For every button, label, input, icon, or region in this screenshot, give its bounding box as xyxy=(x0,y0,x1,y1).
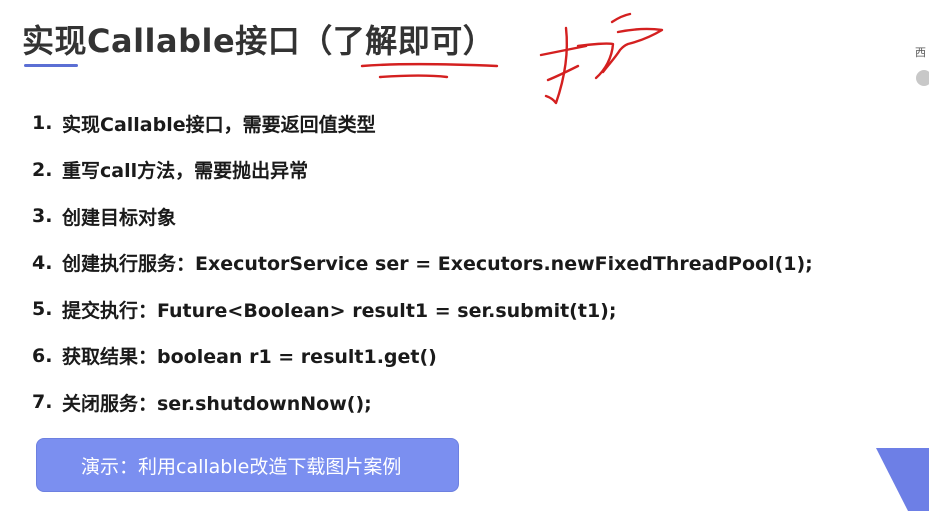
ink-char-stroke xyxy=(601,27,664,74)
step-number: 6. xyxy=(32,344,53,367)
demo-button[interactable]: 演示：利用callable改造下载图片案例 xyxy=(36,438,459,492)
list-item: 6. 获取结果：boolean r1 = result1.get() xyxy=(32,333,813,380)
step-text: 实现Callable接口，需要返回值类型 xyxy=(62,113,376,136)
ink-char-stroke xyxy=(576,42,615,80)
step-text: 创建执行服务：ExecutorService ser = Executors.n… xyxy=(62,253,813,276)
steps-list: 1. 实现Callable接口，需要返回值类型 2. 重写call方法，需要抛出… xyxy=(32,100,813,426)
ink-underline-stroke xyxy=(378,74,449,79)
list-item: 5. 提交执行：Future<Boolean> result1 = ser.su… xyxy=(32,286,813,333)
step-number: 1. xyxy=(32,112,53,135)
list-item: 7. 关闭服务：ser.shutdownNow(); xyxy=(32,379,813,426)
step-number: 5. xyxy=(32,298,53,321)
ink-char-stroke xyxy=(539,44,588,57)
step-number: 7. xyxy=(32,391,53,414)
step-text: 提交执行：Future<Boolean> result1 = ser.submi… xyxy=(62,299,617,322)
step-number: 3. xyxy=(32,205,53,228)
ink-char-stroke xyxy=(544,26,569,105)
step-number: 2. xyxy=(32,158,53,181)
ink-char-stroke xyxy=(610,12,632,24)
step-text: 创建目标对象 xyxy=(62,206,177,229)
ink-underline-stroke xyxy=(360,62,499,68)
list-item: 1. 实现Callable接口，需要返回值类型 xyxy=(32,100,813,147)
step-number: 4. xyxy=(32,251,53,274)
step-text: 关闭服务：ser.shutdownNow(); xyxy=(62,392,372,415)
step-text: 重写call方法，需要抛出异常 xyxy=(62,160,309,183)
list-item: 2. 重写call方法，需要抛出异常 xyxy=(32,147,813,194)
ink-char-stroke xyxy=(546,64,580,82)
demo-button-label: 演示：利用callable改造下载图片案例 xyxy=(81,455,402,478)
page-title: 实现Callable接口（了解即可） xyxy=(22,22,496,60)
edge-dot-icon[interactable] xyxy=(916,70,929,86)
list-item: 4. 创建执行服务：ExecutorService ser = Executor… xyxy=(32,240,813,287)
edge-caption: 西 xyxy=(915,46,926,59)
step-text: 获取结果：boolean r1 = result1.get() xyxy=(62,346,437,369)
title-accent-bar xyxy=(24,64,78,67)
list-item: 3. 创建目标对象 xyxy=(32,193,813,240)
corner-decoration-icon xyxy=(876,448,929,511)
